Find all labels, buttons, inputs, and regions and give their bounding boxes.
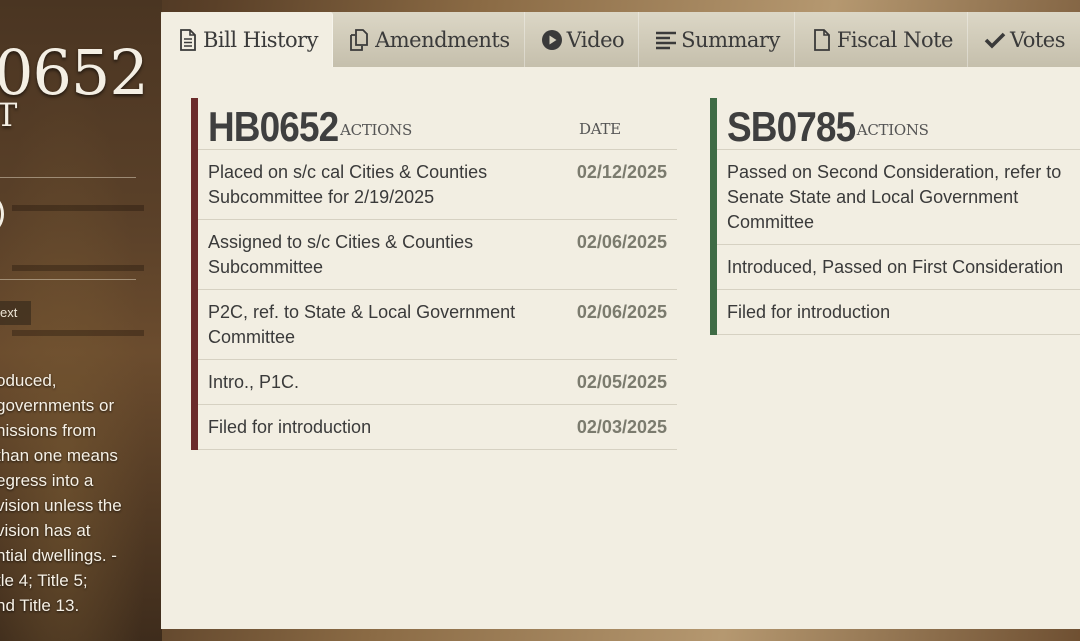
document-icon [177, 28, 199, 52]
file-icon [811, 28, 833, 52]
senate-header: SB0785 ACTIONS [717, 98, 1080, 150]
actions-label: ACTIONS [856, 121, 929, 139]
tab-label: Bill History [203, 27, 319, 52]
tab-votes[interactable]: Votes [968, 12, 1079, 67]
tab-label: Amendments [375, 27, 510, 52]
tab-video[interactable]: Video [525, 12, 640, 67]
tab-label: Fiscal Note [836, 27, 954, 52]
date-label: DATE [579, 120, 621, 138]
table-row: Intro., P1C. 02/05/2025 [198, 360, 677, 405]
table-row: Filed for introduction [717, 290, 1080, 335]
action-text: P2C, ref. to State & Local Government Co… [208, 302, 516, 347]
bill-title-number: 0652 [0, 36, 149, 109]
align-left-icon [655, 28, 677, 52]
actions-label: ACTIONS [340, 121, 412, 139]
house-bill-number[interactable]: HB0652 [208, 105, 339, 149]
action-text: Assigned to s/c Cities & Counties Subcom… [208, 232, 474, 277]
tab-label: Votes [1009, 27, 1066, 52]
play-icon [541, 28, 563, 52]
tab-label: Video [566, 27, 625, 52]
tab-label: Summary [681, 27, 780, 52]
divider [0, 177, 136, 178]
house-header: HB0652 ACTIONS DATE [198, 98, 677, 150]
bill-detail-panel: Bill History Amendments Video Summary Fi… [161, 12, 1080, 629]
house-bill-history: HB0652 ACTIONS DATE Placed on s/c cal Ci… [191, 98, 677, 450]
tab-bar: Bill History Amendments Video Summary Fi… [161, 12, 1080, 67]
action-text: Placed on s/c cal Cities & Counties Subc… [208, 162, 488, 207]
senate-bill-history: SB0785 ACTIONS Passed on Second Consider… [710, 98, 1080, 335]
senate-bill-number[interactable]: SB0785 [727, 105, 856, 149]
action-text: Introduced, Passed on First Consideratio… [727, 257, 1064, 277]
text-button[interactable]: ext [0, 301, 31, 325]
action-text: Passed on Second Consideration, refer to… [727, 162, 1062, 232]
action-date: 02/12/2025 [576, 162, 667, 182]
action-date: 02/06/2025 [576, 302, 667, 322]
action-date: 02/06/2025 [576, 232, 667, 252]
copy-icon [349, 28, 371, 52]
bill-title-sub: T [0, 96, 18, 134]
table-row: Assigned to s/c Cities & Counties Subcom… [198, 220, 677, 290]
action-text: Filed for introduction [208, 417, 372, 437]
tab-fiscal-note[interactable]: Fiscal Note [795, 12, 968, 67]
table-row: Placed on s/c cal Cities & Counties Subc… [198, 150, 677, 220]
tab-bill-history[interactable]: Bill History [161, 12, 334, 67]
action-date: 02/05/2025 [576, 372, 667, 392]
shelf-decoration [12, 205, 144, 211]
check-icon [984, 28, 1006, 52]
tab-summary[interactable]: Summary [639, 12, 795, 67]
table-row: P2C, ref. to State & Local Government Co… [198, 290, 677, 360]
divider [0, 279, 136, 280]
shelf-decoration [12, 265, 144, 271]
bill-description: oduced, governments or nissions from tha… [0, 371, 122, 615]
action-date: 02/03/2025 [576, 417, 667, 437]
table-row: Filed for introduction 02/03/2025 [198, 405, 677, 450]
table-row: Introduced, Passed on First Consideratio… [717, 245, 1080, 290]
action-text: Filed for introduction [727, 302, 891, 322]
tab-amendments[interactable]: Amendments [333, 12, 525, 67]
shelf-decoration [12, 330, 144, 336]
action-text: Intro., P1C. [208, 372, 300, 392]
table-row: Passed on Second Consideration, refer to… [717, 150, 1080, 245]
